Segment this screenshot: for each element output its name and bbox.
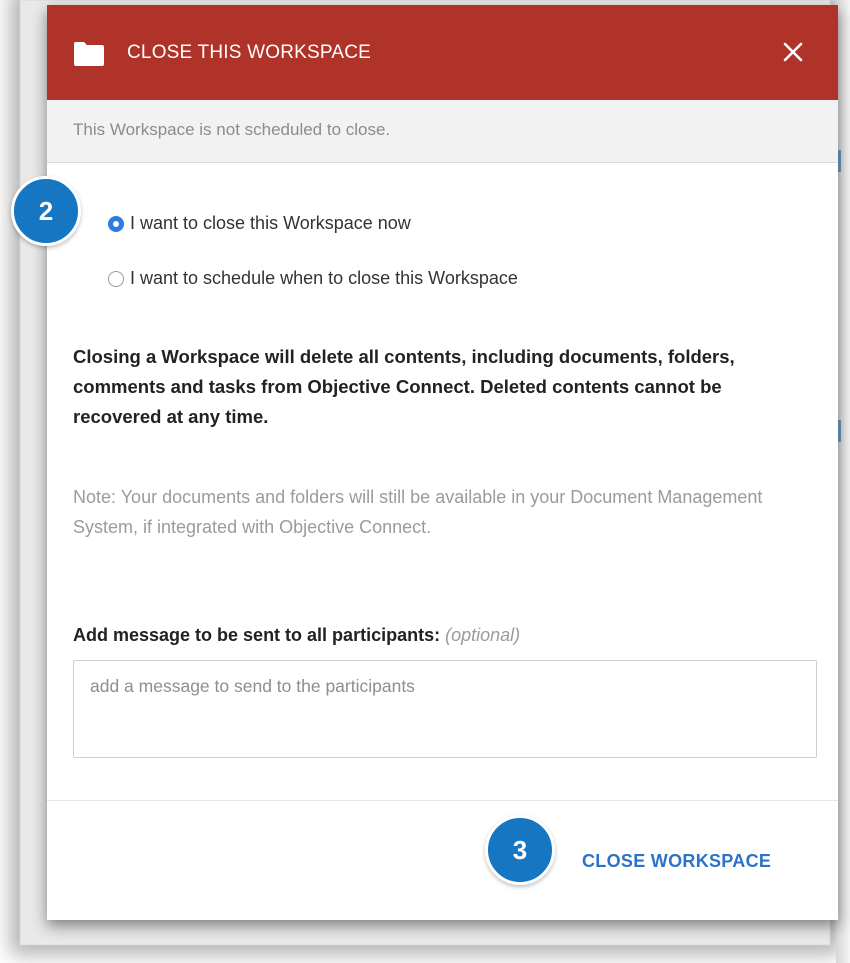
close-workspace-dialog: CLOSE THIS WORKSPACE This Workspace is n… bbox=[47, 5, 838, 920]
folder-icon bbox=[74, 42, 104, 66]
message-input[interactable] bbox=[74, 661, 816, 757]
option-schedule-close[interactable]: I want to schedule when to close this Wo… bbox=[108, 268, 518, 289]
option-schedule-close-label: I want to schedule when to close this Wo… bbox=[130, 268, 518, 288]
close-icon[interactable] bbox=[779, 38, 807, 66]
radio-close-now[interactable] bbox=[108, 215, 124, 232]
schedule-status-bar: This Workspace is not scheduled to close… bbox=[47, 100, 838, 163]
background-accent bbox=[838, 150, 841, 172]
step-3-badge: 3 bbox=[485, 815, 555, 885]
step-2-badge: 2 bbox=[11, 176, 81, 246]
schedule-status-text: This Workspace is not scheduled to close… bbox=[73, 120, 391, 139]
message-label-text: Add message to be sent to all participan… bbox=[73, 625, 441, 645]
message-field-label: Add message to be sent to all participan… bbox=[73, 625, 520, 646]
background-strip bbox=[836, 0, 850, 963]
background-accent bbox=[838, 420, 841, 442]
dialog-title: CLOSE THIS WORKSPACE bbox=[127, 42, 372, 63]
dms-note-text: Note: Your documents and folders will st… bbox=[73, 487, 763, 537]
message-optional-hint: (optional) bbox=[445, 625, 521, 645]
close-workspace-button[interactable]: CLOSE WORKSPACE bbox=[582, 851, 771, 872]
option-close-now-label: I want to close this Workspace now bbox=[130, 213, 411, 233]
footer-divider bbox=[47, 800, 838, 801]
delete-warning-text: Closing a Workspace will delete all cont… bbox=[73, 346, 735, 427]
message-box bbox=[73, 660, 817, 758]
option-close-now[interactable]: I want to close this Workspace now bbox=[108, 213, 411, 234]
dialog-header: CLOSE THIS WORKSPACE bbox=[47, 5, 838, 100]
radio-schedule-close[interactable] bbox=[108, 270, 124, 287]
